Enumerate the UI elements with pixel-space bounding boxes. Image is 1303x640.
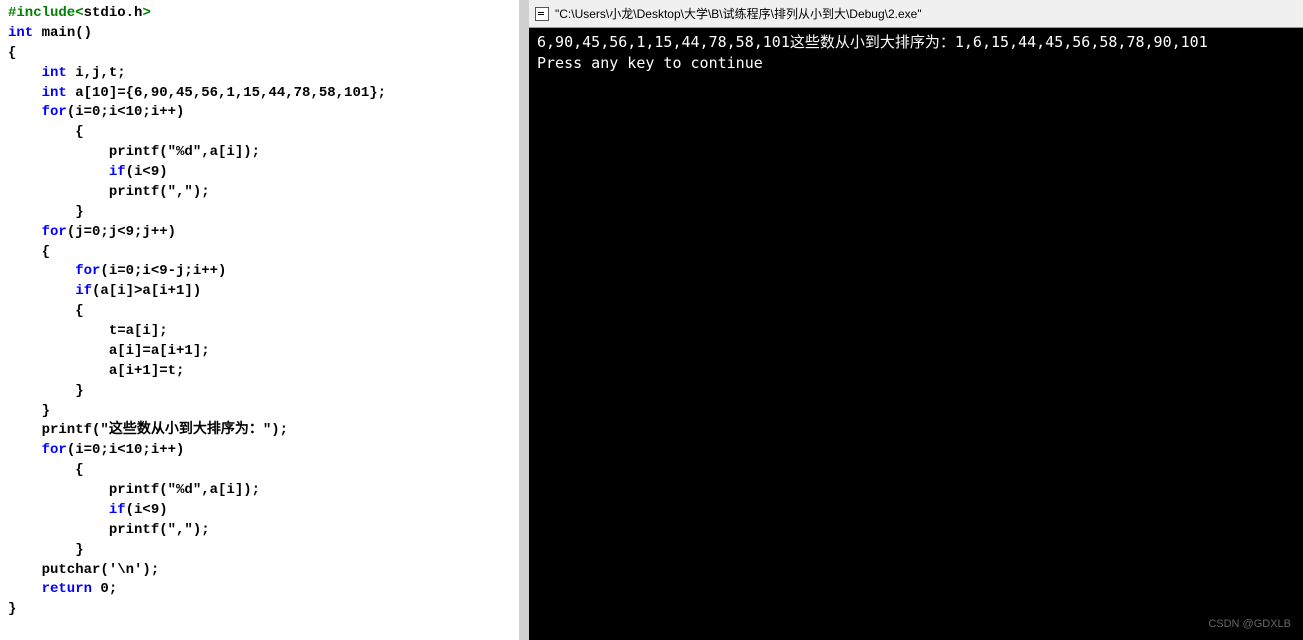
code-text: { [8, 303, 84, 319]
code-text: } [8, 601, 16, 617]
code-text: } [8, 542, 84, 558]
keyword: int [8, 65, 67, 81]
code-text: main() [33, 25, 92, 41]
keyword: int [8, 85, 67, 101]
keyword: int [8, 25, 33, 41]
code-text: (j=0;j<9;j++) [67, 224, 176, 240]
code-text: (a[i]>a[i+1]) [92, 283, 201, 299]
code-text: printf("这些数从小到大排序为："); [8, 422, 288, 438]
code-text: printf(","); [8, 522, 210, 538]
code-text: printf(","); [8, 184, 210, 200]
code-text: printf("%d",a[i]); [8, 482, 260, 498]
code-text: (i=0;i<10;i++) [67, 104, 185, 120]
code-text: t=a[i]; [8, 323, 168, 339]
code-text: { [8, 45, 16, 61]
keyword: for [8, 224, 67, 240]
console-titlebar[interactable]: "C:\Users\小龙\Desktop\大学\B\试练程序\排列从小到大\De… [529, 0, 1303, 28]
console-icon [535, 7, 549, 21]
directive: > [142, 5, 150, 21]
code-text: (i=0;i<10;i++) [67, 442, 185, 458]
code-text: i,j,t; [67, 65, 126, 81]
keyword: if [8, 164, 126, 180]
code-text: { [8, 462, 84, 478]
code-text: 0; [92, 581, 117, 597]
console-output[interactable]: 6,90,45,56,1,15,44,78,58,101这些数从小到大排序为：1… [529, 28, 1303, 640]
code-text: } [8, 204, 84, 220]
console-window: "C:\Users\小龙\Desktop\大学\B\试练程序\排列从小到大\De… [519, 0, 1303, 640]
code-text: } [8, 383, 84, 399]
keyword: for [8, 263, 100, 279]
code-text: printf("%d",a[i]); [8, 144, 260, 160]
code-text: (i<9) [126, 164, 168, 180]
directive: #include< [8, 5, 84, 21]
code-text: a[10]={6,90,45,56,1,15,44,78,58,101}; [67, 85, 386, 101]
code-editor[interactable]: #include<stdio.h> int main() { int i,j,t… [0, 0, 519, 640]
code-text: { [8, 244, 50, 260]
code-text: { [8, 124, 84, 140]
keyword: if [8, 283, 92, 299]
keyword: for [8, 104, 67, 120]
keyword: return [8, 581, 92, 597]
keyword: for [8, 442, 67, 458]
console-line: Press any key to continue [537, 54, 763, 72]
code-text: a[i+1]=t; [8, 363, 184, 379]
code-text: stdio.h [84, 5, 143, 21]
code-text: (i<9) [126, 502, 168, 518]
code-text: } [8, 403, 50, 419]
console-title: "C:\Users\小龙\Desktop\大学\B\试练程序\排列从小到大\De… [555, 5, 922, 22]
keyword: if [8, 502, 126, 518]
code-text: putchar('\n'); [8, 562, 159, 578]
code-text: (i=0;i<9-j;i++) [100, 263, 226, 279]
watermark: CSDN @GDXLB [1208, 617, 1291, 632]
console-line: 6,90,45,56,1,15,44,78,58,101这些数从小到大排序为：1… [537, 33, 1208, 51]
code-text: a[i]=a[i+1]; [8, 343, 210, 359]
